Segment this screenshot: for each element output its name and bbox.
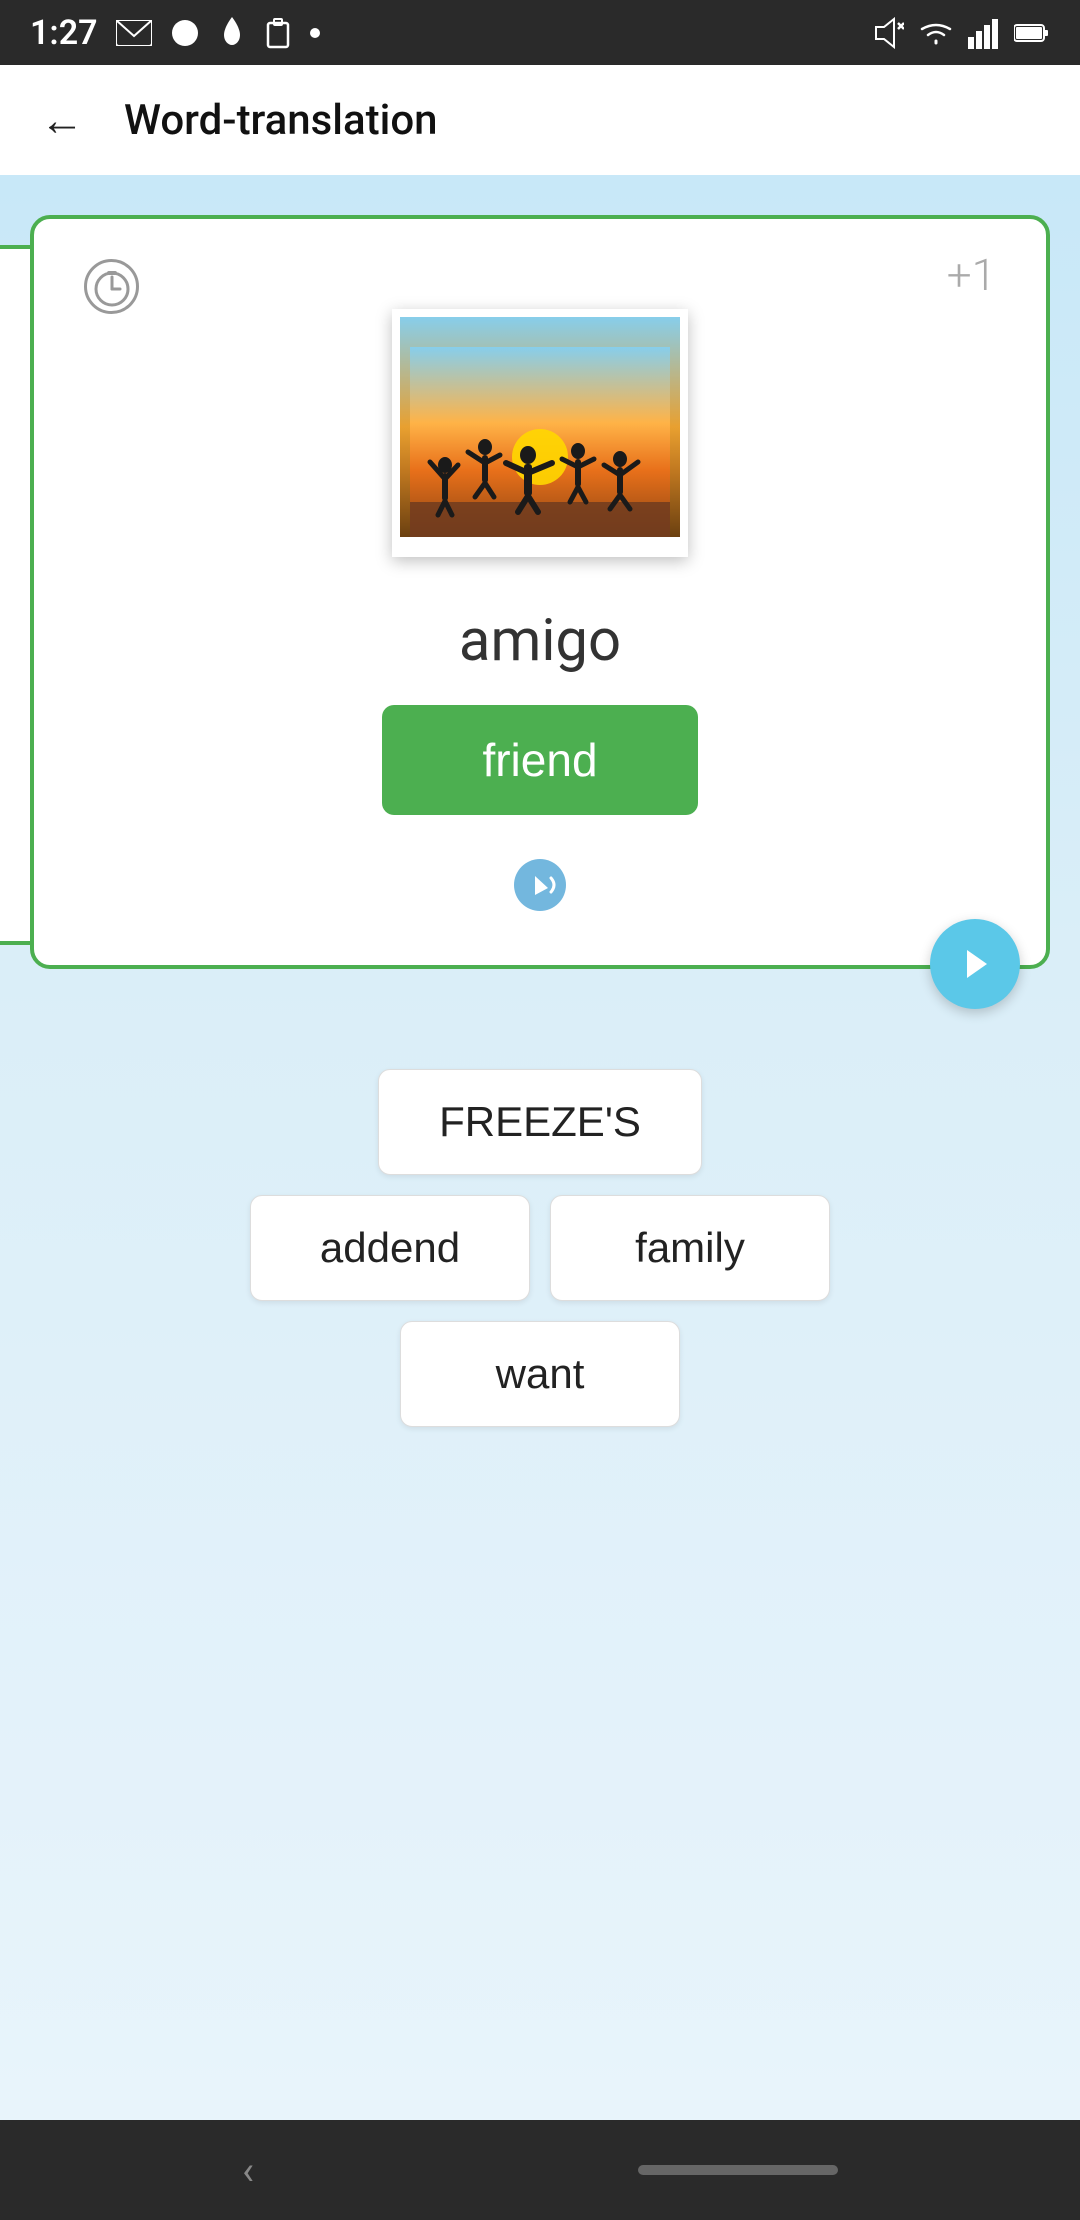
main-content: +1	[0, 175, 1080, 2120]
status-bar: 1:27	[0, 0, 1080, 65]
nav-bar: ← Word-translation	[0, 65, 1080, 175]
status-right	[872, 17, 1050, 49]
answer-button[interactable]: friend	[382, 705, 697, 815]
status-time: 1:27	[30, 13, 98, 53]
bottom-nav: ‹	[0, 2120, 1080, 2220]
word-choices: FREEZE'S addend family want	[0, 1069, 1080, 1467]
circle-icon	[170, 18, 200, 48]
clipboard-icon	[264, 17, 292, 49]
choice-button-addend[interactable]: addend	[250, 1195, 530, 1301]
choice-button-want[interactable]: want	[400, 1321, 680, 1427]
choice-row-1: FREEZE'S	[378, 1069, 702, 1175]
signal-icon	[968, 17, 1000, 49]
back-nav-arrow[interactable]: ‹	[242, 2147, 254, 2194]
choice-button-family[interactable]: family	[550, 1195, 830, 1301]
fire-icon	[218, 17, 246, 49]
score-badge: +1	[947, 249, 996, 301]
polaroid-frame	[392, 309, 688, 557]
page-title: Word-translation	[124, 96, 438, 145]
choice-row-3: want	[400, 1321, 680, 1427]
flash-card: +1	[30, 215, 1050, 969]
next-button[interactable]	[930, 919, 1020, 1009]
audio-icon[interactable]	[510, 855, 570, 915]
mute-icon	[872, 17, 904, 49]
status-left: 1:27	[30, 13, 320, 53]
card-wrapper: +1	[30, 215, 1050, 969]
timer-icon	[84, 259, 139, 314]
home-indicator	[638, 2165, 838, 2175]
polaroid-image	[400, 317, 680, 537]
back-button[interactable]: ←	[30, 84, 94, 156]
card-top-row: +1	[84, 249, 996, 314]
choice-row-2: addend family	[250, 1195, 830, 1301]
gmail-icon	[116, 20, 152, 46]
word-display: amigo	[459, 607, 621, 675]
silhouette-image	[410, 347, 670, 537]
status-dot	[310, 28, 320, 38]
wifi-icon	[918, 19, 954, 47]
next-arrow-icon	[953, 942, 997, 986]
battery-icon	[1014, 23, 1050, 43]
choice-button-freezes[interactable]: FREEZE'S	[378, 1069, 702, 1175]
